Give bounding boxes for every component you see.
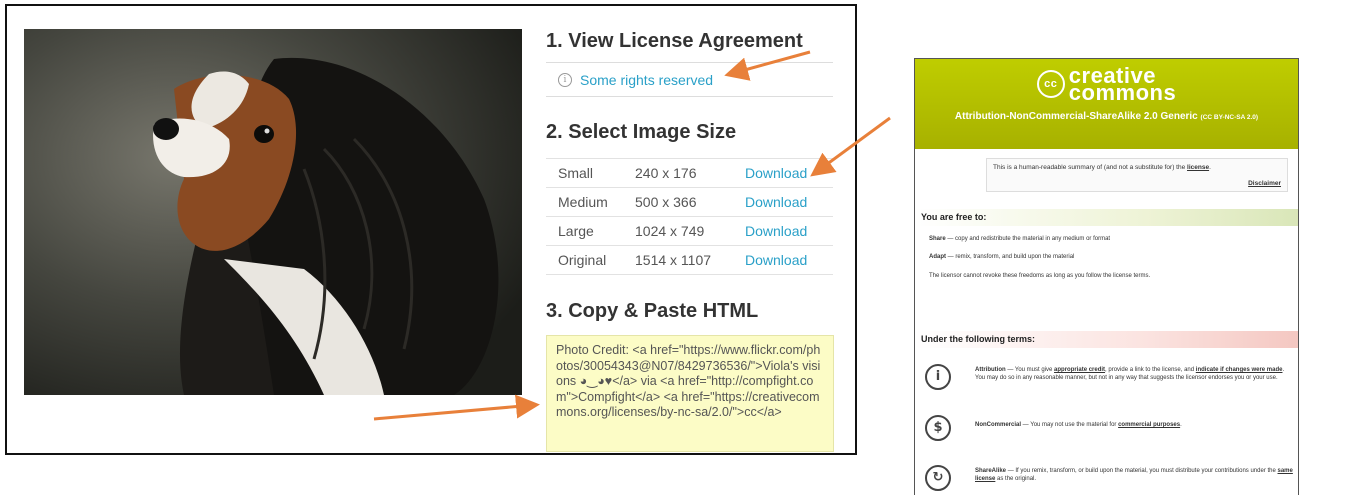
download-link-small[interactable]: Download [745,159,833,188]
cc-license-page: cc creative commons Attribution-NonComme… [914,58,1299,495]
term-noncommercial: $ NonCommercial — You may not use the ma… [925,415,1290,445]
size-dims: 240 x 176 [635,165,697,181]
section-title-size: 2. Select Image Size [546,121,737,143]
license-link[interactable]: license [1187,164,1209,171]
download-link-medium[interactable]: Download [745,188,833,217]
logo-word-2: commons [1068,80,1177,105]
size-dims: 1024 x 749 [635,223,705,239]
size-dims: 500 x 366 [635,194,697,210]
table-row: Medium 500 x 366 Download [546,187,833,217]
share-line: Share — copy and redistribute the materi… [929,236,1111,242]
license-title: Attribution-NonCommercial-ShareAlike 2.0… [954,111,1259,122]
terms-heading: Under the following terms: [915,331,1298,348]
table-row: Large 1024 x 749 Download [546,216,833,246]
commercial-purposes-link[interactable]: commercial purposes [1118,422,1180,428]
term-attribution: i Attribution — You must give appropriat… [925,364,1290,394]
dog-photo-illustration [24,29,522,395]
section-title-html: 3. Copy & Paste HTML [546,300,759,322]
divider [546,96,833,97]
size-name: Small [558,165,594,181]
table-row: Small 240 x 176 Download [546,158,833,188]
html-code-box[interactable]: Photo Credit: <a href="https://www.flick… [546,335,834,452]
size-name: Medium [558,194,608,210]
noncommercial-icon: $ [925,415,951,441]
cc-header: cc creative commons Attribution-NonComme… [915,59,1298,149]
download-panel: 1. View License Agreement i Some rights … [5,4,857,455]
divider [546,62,833,63]
table-row: Original 1514 x 1107 Download [546,245,833,275]
summary-box: This is a human-readable summary of (and… [986,158,1288,192]
appropriate-credit-link[interactable]: appropriate credit [1054,367,1105,373]
dog-photo [24,29,522,395]
license-code: (CC BY-NC-SA 2.0) [1200,114,1259,121]
image-size-table: Small 240 x 176 Download Medium 500 x 36… [546,158,833,275]
some-rights-reserved-link[interactable]: i Some rights reserved [558,72,713,88]
sharealike-icon: ↻ [925,465,951,491]
section-title-license: 1. View License Agreement [546,30,803,52]
indicate-changes-link[interactable]: indicate if changes were made [1196,367,1283,373]
rights-label: Some rights reserved [580,72,714,88]
size-dims: 1514 x 1107 [635,252,712,268]
download-link-original[interactable]: Download [745,246,833,275]
size-name: Original [558,252,607,268]
cc-logo-icon: cc [1036,70,1065,98]
disclaimer-link[interactable]: Disclaimer [1248,180,1281,187]
download-link-large[interactable]: Download [745,217,833,246]
term-sharealike: ↻ ShareAlike — If you remix, transform, … [925,465,1293,495]
info-icon: i [558,73,572,87]
free-heading: You are free to: [915,209,1298,226]
size-name: Large [558,223,594,239]
adapt-line: Adapt — remix, transform, and build upon… [929,254,1075,260]
cc-logo[interactable]: cc creative commons [915,59,1298,104]
revoke-line: The licensor cannot revoke these freedom… [929,273,1151,279]
attribution-icon: i [925,364,951,390]
